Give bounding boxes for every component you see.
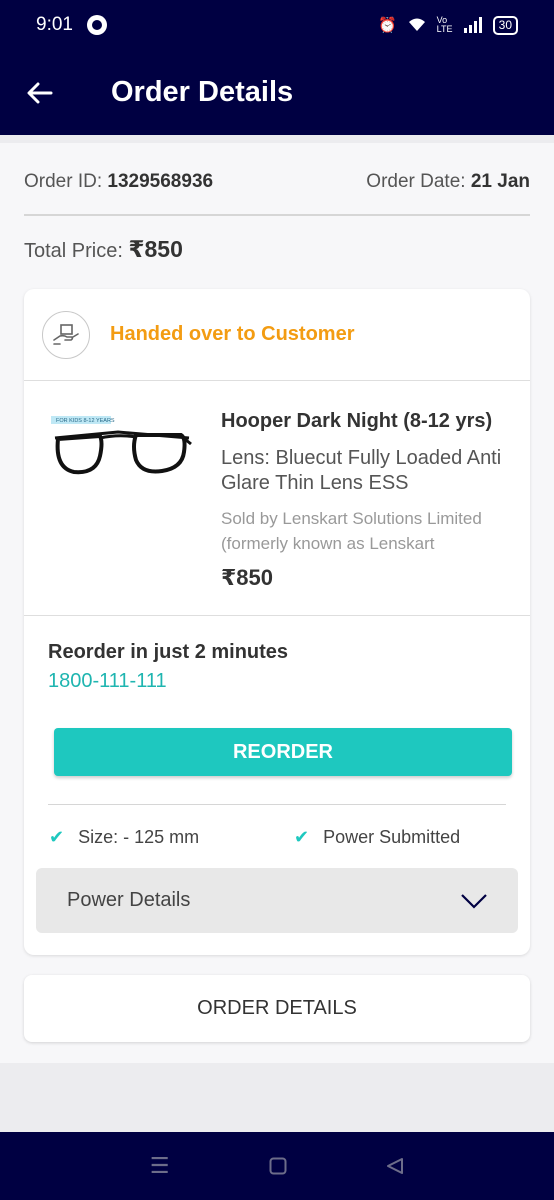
total-price-label: Total Price: <box>24 240 123 262</box>
status-bar: 9:01 ⏰ Vo LTE 30 <box>0 0 554 50</box>
order-id-value: 1329568936 <box>107 171 214 192</box>
order-date: Order Date: 21 Jan <box>366 171 530 193</box>
back-icon[interactable] <box>386 1157 404 1175</box>
product-seller: Sold by Lenskart Solutions Limited (form… <box>221 509 482 553</box>
divider <box>24 214 530 216</box>
product-image: FOR KIDS 8-12 YEARS <box>48 416 198 486</box>
order-details-button[interactable]: ORDER DETAILS <box>24 975 530 1042</box>
wifi-icon <box>408 18 425 31</box>
product-lens: Lens: Bluecut Fully Loaded Anti Glare Th… <box>221 447 502 494</box>
check-icon: ✔ <box>294 827 310 847</box>
status-icons: ⏰ Vo LTE 30 <box>377 15 518 35</box>
order-item-card: Handed over to Customer FOR KIDS 8-12 YE… <box>24 289 530 955</box>
back-arrow-icon <box>27 82 53 103</box>
signal-icon <box>463 17 482 33</box>
delivery-status: Handed over to Customer <box>24 289 530 381</box>
power-submitted-text: Power Submitted <box>323 827 461 847</box>
battery-icon: 30 <box>492 15 518 35</box>
delivery-status-text: Handed over to Customer <box>110 323 355 345</box>
power-details-label: Power Details <box>67 889 191 911</box>
menu-icon[interactable]: ☰ <box>150 1153 170 1179</box>
status-time: 9:01 <box>36 14 73 35</box>
handover-icon <box>42 310 90 359</box>
order-id-label: Order ID: <box>24 171 103 192</box>
power-details-dropdown[interactable]: Power Details <box>36 868 518 933</box>
total-price-value: ₹850 <box>128 236 183 262</box>
whatsapp-icon <box>86 15 107 35</box>
divider <box>48 804 506 805</box>
page-title: Order Details <box>111 76 294 108</box>
product-image-tag: FOR KIDS 8-12 YEARS <box>56 418 115 424</box>
volte-label: Vo LTE <box>436 15 453 34</box>
check-icon: ✔ <box>49 827 65 847</box>
reorder-phone-link[interactable]: 1800-111-111 <box>48 670 167 693</box>
order-content: Order ID: 1329568936 Order Date: 21 Jan … <box>0 143 554 1063</box>
order-meta-row: Order ID: 1329568936 Order Date: 21 Jan <box>24 171 530 193</box>
system-nav-bar: ☰ <box>0 1132 554 1200</box>
order-id: Order ID: 1329568936 <box>24 171 213 193</box>
chevron-down-icon <box>461 893 487 909</box>
reorder-button[interactable]: REORDER <box>54 728 512 776</box>
home-icon[interactable] <box>269 1157 287 1175</box>
app-bar: Order Details <box>0 50 554 135</box>
order-date-label: Order Date: <box>366 171 466 192</box>
alarm-icon: ⏰ <box>377 17 397 34</box>
size-text: Size: - 125 mm <box>78 827 200 847</box>
product-price: ₹850 <box>221 565 274 590</box>
product-name: Hooper Dark Night (8-12 yrs) <box>221 410 493 432</box>
total-price: Total Price: ₹850 <box>24 236 183 263</box>
order-date-value: 21 Jan <box>470 171 530 192</box>
power-check: ✔ Power Submitted <box>294 827 460 848</box>
product-item[interactable]: FOR KIDS 8-12 YEARS Hooper Dark Night (8… <box>24 382 530 616</box>
back-button[interactable] <box>0 50 80 135</box>
reorder-title: Reorder in just 2 minutes <box>48 641 289 663</box>
size-check: ✔ Size: - 125 mm <box>49 827 199 848</box>
